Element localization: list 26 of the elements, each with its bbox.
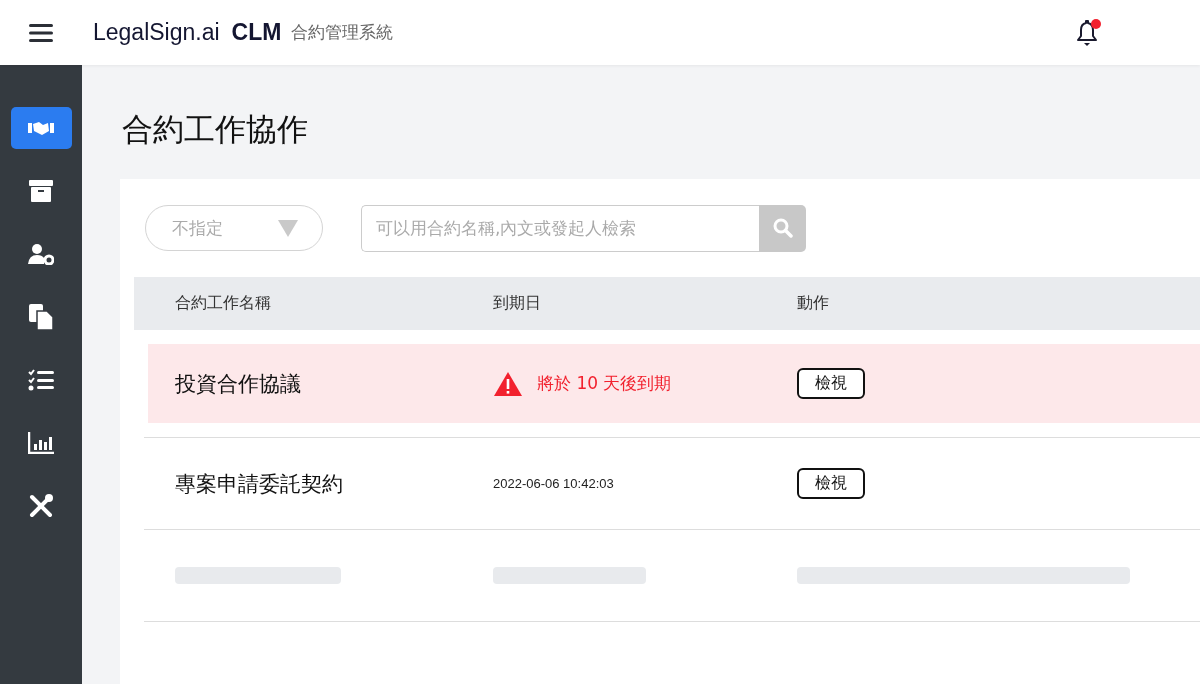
column-header: 合約工作名稱 bbox=[175, 293, 272, 314]
checklist-icon bbox=[28, 369, 54, 391]
product-name: CLM bbox=[231, 19, 282, 46]
copy-documents-icon bbox=[29, 304, 53, 330]
handshake-icon bbox=[28, 120, 54, 136]
warning-icon bbox=[493, 370, 523, 397]
menu-icon[interactable] bbox=[29, 22, 53, 43]
app-subtitle: 合約管理系統 bbox=[291, 21, 394, 44]
sidebar-item[interactable] bbox=[10, 107, 72, 149]
contract-name: 專案申請委託契約 bbox=[175, 470, 344, 498]
user-gear-icon bbox=[28, 243, 54, 265]
due-warning: 將於 10 天後到期 bbox=[537, 372, 672, 395]
contract-name: 投資合作協議 bbox=[175, 370, 302, 398]
archive-box-icon bbox=[29, 180, 53, 202]
view-button[interactable]: 檢視 bbox=[797, 468, 865, 499]
due-date: 2022-06-06 10:42:03 bbox=[493, 476, 614, 491]
search-field[interactable]: 可以用合約名稱,內文或發起人檢索 bbox=[361, 204, 759, 252]
search-icon bbox=[772, 218, 793, 238]
brand-name: LegalSign.ai bbox=[93, 19, 220, 46]
page-title: 合約工作協作 bbox=[122, 110, 309, 149]
column-header: 動作 bbox=[797, 293, 830, 314]
view-button[interactable]: 檢視 bbox=[797, 368, 865, 399]
dropdown-arrow-icon bbox=[278, 219, 298, 237]
tools-icon bbox=[29, 494, 53, 518]
column-header: 到期日 bbox=[493, 293, 542, 314]
bar-chart-icon bbox=[28, 432, 54, 454]
